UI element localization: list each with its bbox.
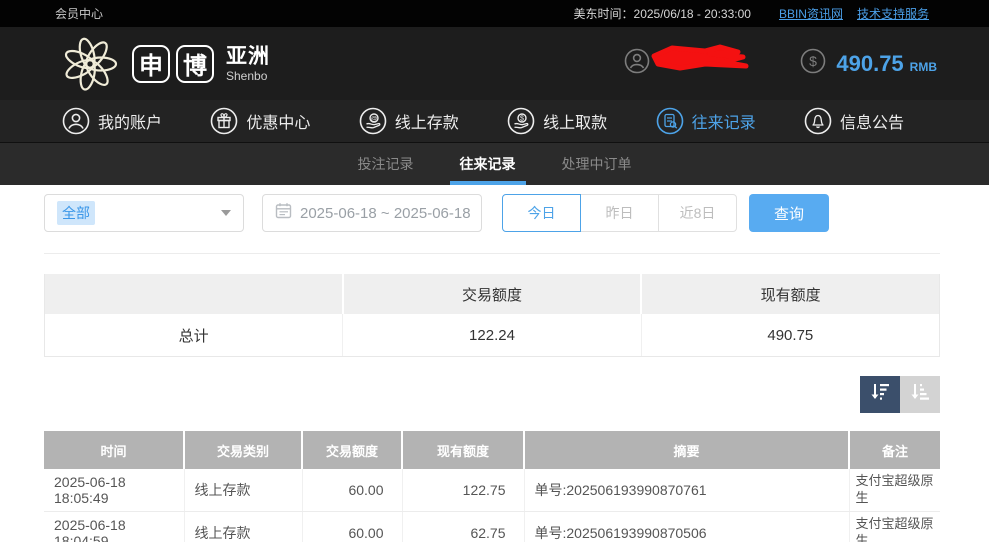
last-8-days-button[interactable]: 近8日 (658, 194, 737, 232)
logo-char-shen: 申 (132, 44, 170, 83)
svg-text:$: $ (809, 53, 817, 69)
dollar-coin-icon: $ (800, 48, 826, 79)
balance-currency: RMB (909, 59, 937, 74)
nav-item-transaction-records[interactable]: 往来记录 (656, 107, 756, 135)
cell-type: 线上存款 (183, 469, 302, 512)
redacted-username-scribble (650, 42, 750, 81)
eastern-time-label: 美东时间：2025/06/18 - 20:33:00 (573, 7, 751, 21)
subtab-betting-records[interactable]: 投注记录 (354, 143, 418, 185)
cell-balance: 62.75 (401, 511, 524, 542)
flower-logo-icon (58, 33, 122, 95)
table-row: 2025-06-18 18:04:59 线上存款 60.00 62.75 单号:… (44, 511, 940, 542)
nav-item-my-account[interactable]: 我的账户 (62, 107, 162, 135)
col-header-time: 时间 (44, 431, 184, 469)
col-header-amount: 交易额度 (301, 431, 402, 469)
quick-date-button-group: 今日 昨日 近8日 (502, 194, 737, 232)
cell-memo: 单号:202506193990870761 (523, 469, 849, 512)
top-utility-bar: 会员中心 美东时间：2025/06/18 - 20:33:00 BBIN资讯网 … (0, 0, 989, 27)
records-header-row: 时间 交易类别 交易额度 现有额度 摘要 备注 (44, 431, 940, 469)
date-range-picker[interactable]: 2025-06-18 ~ 2025-06-18 (262, 194, 482, 232)
cell-memo: 单号:202506193990870506 (523, 511, 849, 542)
subtab-pending-orders[interactable]: 处理中订单 (558, 143, 636, 185)
col-header-balance: 现有额度 (401, 431, 524, 469)
summary-total-label: 总计 (178, 327, 209, 345)
calendar-icon (275, 202, 292, 224)
sub-nav: 投注记录 往来记录 处理中订单 (0, 143, 989, 185)
svg-text:$: $ (520, 116, 524, 123)
records-icon (656, 107, 684, 135)
sort-ascending-button[interactable] (900, 376, 940, 413)
nav-item-announcements[interactable]: 信息公告 (804, 107, 904, 135)
filter-row: 全部 2025-06-18 ~ 2025-06-18 今日 昨日 近8日 查询 (44, 194, 940, 232)
summary-table: 交易额度 现有额度 总计 122.24 490.75 (44, 274, 940, 357)
balance-display[interactable]: $ 490.75 RMB (800, 48, 937, 79)
sort-toolbar (44, 376, 940, 413)
nav-label: 我的账户 (98, 115, 163, 132)
logo-region-label: 亚洲 (226, 44, 270, 68)
summary-header-current-amount: 现有额度 (640, 274, 939, 314)
records-table: 时间 交易类别 交易额度 现有额度 摘要 备注 2025-06-18 18:05… (44, 431, 940, 542)
today-button[interactable]: 今日 (502, 194, 581, 232)
member-center-label: 会员中心 (55, 7, 104, 21)
summary-current-amount-value: 490.75 (640, 314, 939, 356)
date-range-value: 2025-06-18 ~ 2025-06-18 (300, 204, 471, 222)
summary-total-row: 总计 122.24 490.75 (45, 314, 939, 356)
nav-label: 线上存款 (394, 115, 459, 132)
nav-item-promotions[interactable]: 优惠中心 (210, 107, 310, 135)
nav-item-withdraw[interactable]: $ 线上取款 (507, 107, 607, 135)
sort-descending-icon (869, 381, 891, 408)
member-center-page: 会员中心 美东时间：2025/06/18 - 20:33:00 BBIN资讯网 … (0, 0, 989, 542)
nav-label: 线上取款 (543, 115, 608, 132)
cell-type: 线上存款 (183, 511, 302, 542)
summary-header-empty (45, 274, 342, 314)
chevron-down-icon (221, 210, 231, 216)
tech-support-link[interactable]: 技术支持服务 (857, 5, 929, 22)
gift-icon (210, 107, 238, 135)
cell-time: 2025-06-18 18:04:59 (44, 511, 184, 542)
svg-text:@: @ (370, 115, 377, 122)
col-header-type: 交易类别 (183, 431, 302, 469)
nav-item-deposit[interactable]: @ 线上存款 (359, 107, 459, 135)
summary-trade-amount-value: 122.24 (342, 314, 640, 356)
cell-amount: 60.00 (301, 511, 402, 542)
bbin-news-link[interactable]: BBIN资讯网 (779, 5, 843, 22)
main-nav: 我的账户 优惠中心 @ 线上存款 $ 线上取款 往来记录 信息公告 (0, 100, 989, 143)
main-content: 全部 2025-06-18 ~ 2025-06-18 今日 昨日 近8日 查询 … (0, 185, 989, 542)
table-row: 2025-06-18 18:05:49 线上存款 60.00 122.75 单号… (44, 469, 940, 512)
type-dropdown[interactable]: 全部 (44, 194, 244, 232)
sort-descending-button[interactable] (860, 376, 900, 413)
yesterday-button[interactable]: 昨日 (580, 194, 659, 232)
cell-note: 支付宝超级原生 (848, 469, 940, 512)
summary-header-trade-amount: 交易额度 (341, 274, 641, 314)
sort-ascending-icon (909, 381, 931, 408)
nav-label: 往来记录 (691, 115, 756, 132)
nav-label: 优惠中心 (246, 115, 311, 132)
bell-icon (804, 107, 832, 135)
nav-label: 信息公告 (839, 115, 904, 132)
balance-amount: 490.75 (836, 50, 904, 76)
withdraw-icon: $ (507, 107, 535, 135)
brand-header: 申 博 亚洲 Shenbo $ 490.75 RMB (0, 27, 989, 100)
shenbo-logo[interactable]: 申 博 亚洲 Shenbo (58, 33, 270, 95)
col-header-memo: 摘要 (523, 431, 849, 469)
avatar-icon (624, 48, 650, 79)
user-account-chip[interactable] (624, 44, 754, 79)
type-dropdown-value: 全部 (57, 201, 95, 225)
col-header-note: 备注 (848, 431, 940, 469)
section-divider (44, 253, 940, 254)
deposit-icon: @ (359, 107, 387, 135)
search-button[interactable]: 查询 (749, 194, 829, 232)
cell-balance: 122.75 (401, 469, 524, 512)
logo-brand-en: Shenbo (226, 68, 268, 83)
subtab-transaction-records[interactable]: 往来记录 (449, 143, 526, 185)
cell-amount: 60.00 (301, 469, 402, 512)
summary-header-row: 交易额度 现有额度 (45, 274, 939, 314)
user-icon (62, 107, 90, 135)
cell-time: 2025-06-18 18:05:49 (44, 469, 184, 512)
logo-char-bo: 博 (176, 44, 214, 83)
cell-note: 支付宝超级原生 (848, 511, 940, 542)
